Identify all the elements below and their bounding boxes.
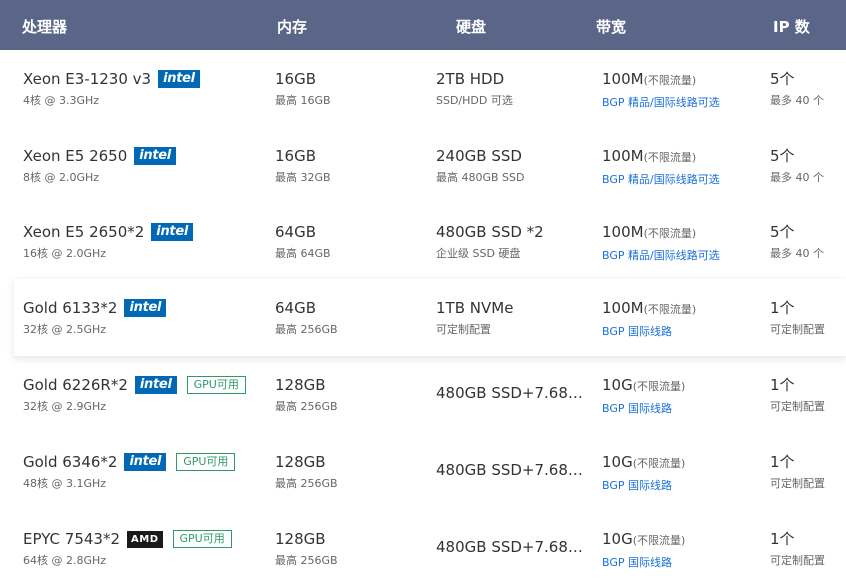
ip-count: 1个 bbox=[770, 299, 795, 317]
bandwidth-value: 10G bbox=[602, 530, 633, 548]
memory-max: 最高 256GB bbox=[275, 400, 338, 413]
table-row[interactable]: Xeon E5 2650*2 intel 16核 @ 2.0GHz 64GB 最… bbox=[14, 203, 846, 281]
ip-max: 最多 40 个 bbox=[770, 247, 824, 260]
gpu-available-badge: GPU可用 bbox=[172, 530, 232, 548]
bandwidth-value: 100M bbox=[602, 299, 644, 317]
cpu-spec: 64核 @ 2.8GHz bbox=[23, 554, 107, 567]
disk-value: 2TB HDD bbox=[436, 70, 505, 88]
ip-count: 1个 bbox=[770, 530, 795, 548]
bandwidth-note: (不限流量) bbox=[643, 151, 697, 164]
table-row[interactable]: Xeon E3-1230 v3 intel 4核 @ 3.3GHz 16GB 最… bbox=[14, 50, 846, 128]
ip-max: 可定制配置 bbox=[770, 554, 825, 567]
gpu-available-badge: GPU可用 bbox=[176, 453, 236, 471]
memory-max: 最高 64GB bbox=[275, 247, 331, 260]
ip-count: 1个 bbox=[770, 453, 795, 471]
gpu-available-badge: GPU可用 bbox=[186, 376, 246, 394]
bandwidth-value: 100M bbox=[602, 70, 644, 88]
memory-value: 64GB bbox=[275, 223, 317, 241]
cpu-model: Xeon E5 2650*2 bbox=[23, 223, 145, 241]
memory-value: 128GB bbox=[275, 530, 326, 548]
memory-value: 16GB bbox=[275, 147, 317, 165]
cpu-spec: 32核 @ 2.5GHz bbox=[23, 323, 107, 336]
header-ip: IP 数 bbox=[773, 18, 810, 36]
ip-count: 5个 bbox=[770, 70, 795, 88]
bandwidth-value: 10G bbox=[602, 453, 633, 471]
bandwidth-line-link[interactable]: BGP 精品/国际线路可选 bbox=[602, 249, 720, 263]
intel-logo-icon: intel bbox=[134, 147, 176, 165]
header-disk: 硬盘 bbox=[456, 18, 487, 36]
memory-max: 最高 256GB bbox=[275, 477, 338, 490]
cpu-model: Gold 6226R*2 bbox=[23, 376, 128, 394]
memory-max: 最高 256GB bbox=[275, 323, 338, 336]
ip-max: 最多 40 个 bbox=[770, 94, 824, 107]
memory-max: 最高 256GB bbox=[275, 554, 338, 567]
bandwidth-note: (不限流量) bbox=[632, 380, 686, 393]
ip-max: 最多 40 个 bbox=[770, 171, 824, 184]
cpu-spec: 16核 @ 2.0GHz bbox=[23, 247, 107, 260]
disk-value: 480GB SSD+7.68… bbox=[436, 384, 583, 402]
bandwidth-line-link[interactable]: BGP 国际线路 bbox=[602, 402, 685, 416]
header-bandwidth: 带宽 bbox=[596, 18, 627, 36]
cpu-model: Xeon E5 2650 bbox=[23, 147, 128, 165]
bandwidth-line-link[interactable]: BGP 国际线路 bbox=[602, 479, 685, 493]
ip-count: 5个 bbox=[770, 147, 795, 165]
bandwidth-note: (不限流量) bbox=[643, 303, 697, 316]
ip-max: 可定制配置 bbox=[770, 400, 825, 413]
ip-max: 可定制配置 bbox=[770, 477, 825, 490]
bandwidth-line-link[interactable]: BGP 国际线路 bbox=[602, 325, 696, 339]
intel-logo-icon: intel bbox=[124, 453, 167, 471]
memory-max: 最高 32GB bbox=[275, 171, 331, 184]
bandwidth-line-link[interactable]: BGP 国际线路 bbox=[602, 556, 685, 570]
header-cpu: 处理器 bbox=[22, 18, 68, 36]
memory-value: 128GB bbox=[275, 376, 326, 394]
memory-value: 64GB bbox=[275, 299, 317, 317]
intel-logo-icon: intel bbox=[124, 299, 167, 317]
bandwidth-note: (不限流量) bbox=[643, 227, 697, 240]
intel-logo-icon: intel bbox=[151, 223, 193, 241]
disk-value: 480GB SSD+7.68… bbox=[436, 538, 583, 556]
intel-logo-icon: intel bbox=[134, 376, 177, 394]
cpu-model: Gold 6346*2 bbox=[23, 453, 118, 471]
table-row[interactable]: EPYC 7543*2 AMD GPU可用 64核 @ 2.8GHz 128GB… bbox=[14, 510, 846, 587]
ip-count: 5个 bbox=[770, 223, 795, 241]
bandwidth-note: (不限流量) bbox=[632, 534, 686, 547]
table-row[interactable]: Xeon E5 2650 intel 8核 @ 2.0GHz 16GB 最高 3… bbox=[14, 127, 846, 205]
table-row-highlighted[interactable]: Gold 6133*2 intel 32核 @ 2.5GHz 64GB 最高 2… bbox=[14, 279, 846, 357]
table-row[interactable]: Gold 6226R*2 intel GPU可用 32核 @ 2.9GHz 12… bbox=[14, 356, 846, 434]
ip-count: 1个 bbox=[770, 376, 795, 394]
cpu-model: Gold 6133*2 bbox=[23, 299, 118, 317]
bandwidth-value: 10G bbox=[602, 376, 633, 394]
disk-value: 480GB SSD *2 bbox=[436, 223, 544, 241]
cpu-spec: 4核 @ 3.3GHz bbox=[23, 94, 100, 107]
cpu-spec: 32核 @ 2.9GHz bbox=[23, 400, 107, 413]
bandwidth-line-link[interactable]: BGP 精品/国际线路可选 bbox=[602, 173, 720, 187]
intel-logo-icon: intel bbox=[158, 70, 200, 88]
ip-max: 可定制配置 bbox=[770, 323, 825, 336]
bandwidth-note: (不限流量) bbox=[632, 457, 686, 470]
memory-value: 16GB bbox=[275, 70, 317, 88]
disk-note: SSD/HDD 可选 bbox=[436, 94, 513, 107]
table-row[interactable]: Gold 6346*2 intel GPU可用 48核 @ 3.1GHz 128… bbox=[14, 433, 846, 511]
cpu-model: EPYC 7543*2 bbox=[23, 530, 120, 548]
cpu-model: Xeon E3-1230 v3 bbox=[23, 70, 152, 88]
table-header: 处理器 内存 硬盘 带宽 IP 数 bbox=[0, 0, 846, 50]
disk-note: 企业级 SSD 硬盘 bbox=[436, 247, 521, 260]
memory-value: 128GB bbox=[275, 453, 326, 471]
bandwidth-value: 100M bbox=[602, 147, 644, 165]
disk-value: 480GB SSD+7.68… bbox=[436, 461, 583, 479]
disk-value: 1TB NVMe bbox=[436, 299, 514, 317]
amd-logo-icon: AMD bbox=[127, 530, 163, 548]
disk-value: 240GB SSD bbox=[436, 147, 522, 165]
bandwidth-note: (不限流量) bbox=[643, 74, 697, 87]
bandwidth-value: 100M bbox=[602, 223, 644, 241]
cpu-spec: 8核 @ 2.0GHz bbox=[23, 171, 100, 184]
disk-note: 最高 480GB SSD bbox=[436, 171, 525, 184]
memory-max: 最高 16GB bbox=[275, 94, 331, 107]
disk-note: 可定制配置 bbox=[436, 323, 491, 336]
cpu-spec: 48核 @ 3.1GHz bbox=[23, 477, 107, 490]
bandwidth-line-link[interactable]: BGP 精品/国际线路可选 bbox=[602, 96, 720, 110]
header-memory: 内存 bbox=[277, 18, 308, 36]
